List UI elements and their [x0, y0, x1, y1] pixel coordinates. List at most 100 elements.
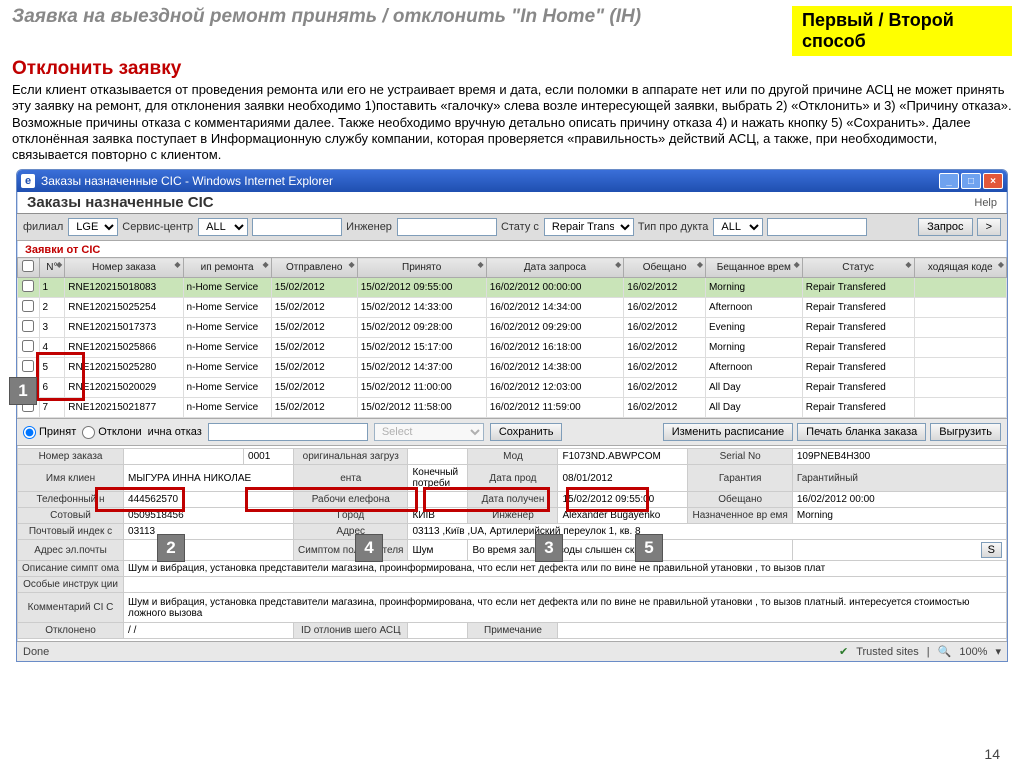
- cell: Repair Transfered: [802, 278, 914, 298]
- d-eng-lbl: Инженер: [468, 508, 558, 524]
- grid-col-10[interactable]: ходящая коде◆: [914, 258, 1006, 278]
- ptype-select[interactable]: ALL: [713, 218, 763, 236]
- cell: RNE120215017373: [65, 318, 183, 338]
- d-mob: 0509518456: [124, 508, 294, 524]
- d-desc: Шум и вибрация, установка представители …: [124, 561, 1007, 577]
- cell: Morning: [705, 278, 802, 298]
- d-email: [124, 540, 294, 561]
- cell: 15/02/2012: [271, 378, 357, 398]
- slide-subtitle: Отклонить заявку: [0, 58, 1024, 82]
- d-ptime: Morning: [792, 508, 1006, 524]
- cell: 16/02/2012: [624, 338, 706, 358]
- d-rej-lbl: Отклонено: [18, 623, 124, 639]
- row-checkbox[interactable]: [22, 320, 34, 332]
- table-row[interactable]: 6RNE120215020029n-Home Service15/02/2012…: [18, 378, 1007, 398]
- query-button[interactable]: Запрос: [918, 218, 972, 236]
- cell: Afternoon: [705, 358, 802, 378]
- d-zip: 03113: [124, 524, 294, 540]
- status-select[interactable]: Repair Transf: [544, 218, 634, 236]
- row-checkbox[interactable]: [22, 340, 34, 352]
- grid-col-6[interactable]: Дата запроса◆: [486, 258, 624, 278]
- cell: Evening: [705, 318, 802, 338]
- cell: 15/02/2012 11:58:00: [357, 398, 486, 418]
- d-ptime-lbl: Назначенное вр емя: [688, 508, 792, 524]
- cell: [914, 278, 1006, 298]
- grid-section-label: Заявки от CIC: [17, 241, 108, 257]
- row-checkbox[interactable]: [22, 280, 34, 292]
- row-checkbox[interactable]: [22, 360, 34, 372]
- cell: 4: [39, 338, 65, 358]
- d-tel-lbl: Телефонный н: [18, 492, 124, 508]
- reschedule-button[interactable]: Изменить расписание: [663, 423, 793, 441]
- grid-col-3[interactable]: ип ремонта◆: [183, 258, 271, 278]
- eng-input[interactable]: [397, 218, 497, 236]
- badge-2: 2: [157, 534, 185, 562]
- branch-select[interactable]: LGEL: [68, 218, 118, 236]
- eng-label: Инженер: [346, 221, 392, 233]
- symptom-button[interactable]: S: [981, 542, 1002, 558]
- cell: [18, 338, 40, 358]
- d-warr: Гарантийный: [792, 465, 1006, 492]
- d-warr-lbl: Гарантия: [688, 465, 792, 492]
- grid-col-8[interactable]: Бещанное врем◆: [705, 258, 802, 278]
- help-link[interactable]: Help: [974, 197, 997, 209]
- cell: All Day: [705, 378, 802, 398]
- grid-col-0[interactable]: [18, 258, 40, 278]
- row-checkbox[interactable]: [22, 300, 34, 312]
- cell: Morning: [705, 338, 802, 358]
- cell: All Day: [705, 398, 802, 418]
- maximize-button[interactable]: □: [961, 173, 981, 189]
- reason-input[interactable]: [208, 423, 368, 441]
- branch-label: филиал: [23, 221, 63, 233]
- d-sn-lbl: Serial No: [688, 449, 792, 465]
- cell: n-Home Service: [183, 358, 271, 378]
- minimize-button[interactable]: _: [939, 173, 959, 189]
- grid-col-9[interactable]: Статус◆: [802, 258, 914, 278]
- save-button[interactable]: Сохранить: [490, 423, 563, 441]
- ptype-input[interactable]: [767, 218, 867, 236]
- d-ord: [124, 449, 244, 465]
- d-note: [558, 623, 1007, 639]
- d-rej: / /: [124, 623, 294, 639]
- badge-5: 5: [635, 534, 663, 562]
- app-header-title: Заказы назначенные CIC: [27, 194, 214, 211]
- table-row[interactable]: 2RNE120215025254n-Home Service15/02/2012…: [18, 298, 1007, 318]
- d-mod-lbl: Мод: [468, 449, 558, 465]
- grid-col-1[interactable]: N°◆: [39, 258, 65, 278]
- cell: 16/02/2012: [624, 398, 706, 418]
- select-all-checkbox[interactable]: [22, 260, 34, 272]
- grid-col-4[interactable]: Отправлено◆: [271, 258, 357, 278]
- accept-radio[interactable]: [23, 426, 36, 439]
- d-addr: 03113 ,Київ ,UA, Артилерийский переулок …: [408, 524, 1007, 540]
- export-button[interactable]: Выгрузить: [930, 423, 1001, 441]
- cell: n-Home Service: [183, 298, 271, 318]
- zoom-dropdown-icon[interactable]: ▾: [995, 645, 1001, 658]
- cell: 15/02/2012 09:28:00: [357, 318, 486, 338]
- filter-bar: филиал LGEL Сервис-центр ALL Инженер Ста…: [17, 214, 1007, 241]
- d-wtel: [408, 492, 468, 508]
- table-row[interactable]: 7RNE120215021877n-Home Service15/02/2012…: [18, 398, 1007, 418]
- reject-radio[interactable]: [82, 426, 95, 439]
- close-button[interactable]: ×: [983, 173, 1003, 189]
- cell: 16/02/2012: [624, 318, 706, 338]
- table-row[interactable]: 4RNE120215025866n-Home Service15/02/2012…: [18, 338, 1007, 358]
- reason-select[interactable]: Select: [374, 423, 484, 441]
- table-row[interactable]: 3RNE120215017373n-Home Service15/02/2012…: [18, 318, 1007, 338]
- d-mob-lbl: Сотовый: [18, 508, 124, 524]
- cell: 16/02/2012 09:29:00: [486, 318, 624, 338]
- page-number: 14: [984, 746, 1000, 762]
- arrow-button[interactable]: >: [977, 218, 1001, 236]
- svc-select[interactable]: ALL: [198, 218, 248, 236]
- cell: Afternoon: [705, 298, 802, 318]
- grid-col-7[interactable]: Обещано◆: [624, 258, 706, 278]
- svc-label: Сервис-центр: [122, 221, 193, 233]
- d-prom: 16/02/2012 00:00: [792, 492, 1006, 508]
- grid-col-2[interactable]: Номер заказа◆: [65, 258, 183, 278]
- d-recv: 15/02/2012 09:55:00: [558, 492, 688, 508]
- d-eng: Alexander Bugayenko: [558, 508, 688, 524]
- table-row[interactable]: 1RNE120215018083n-Home Service15/02/2012…: [18, 278, 1007, 298]
- print-button[interactable]: Печать бланка заказа: [797, 423, 926, 441]
- svc-input[interactable]: [252, 218, 342, 236]
- grid-col-5[interactable]: Принято◆: [357, 258, 486, 278]
- table-row[interactable]: 5RNE120215025280n-Home Service15/02/2012…: [18, 358, 1007, 378]
